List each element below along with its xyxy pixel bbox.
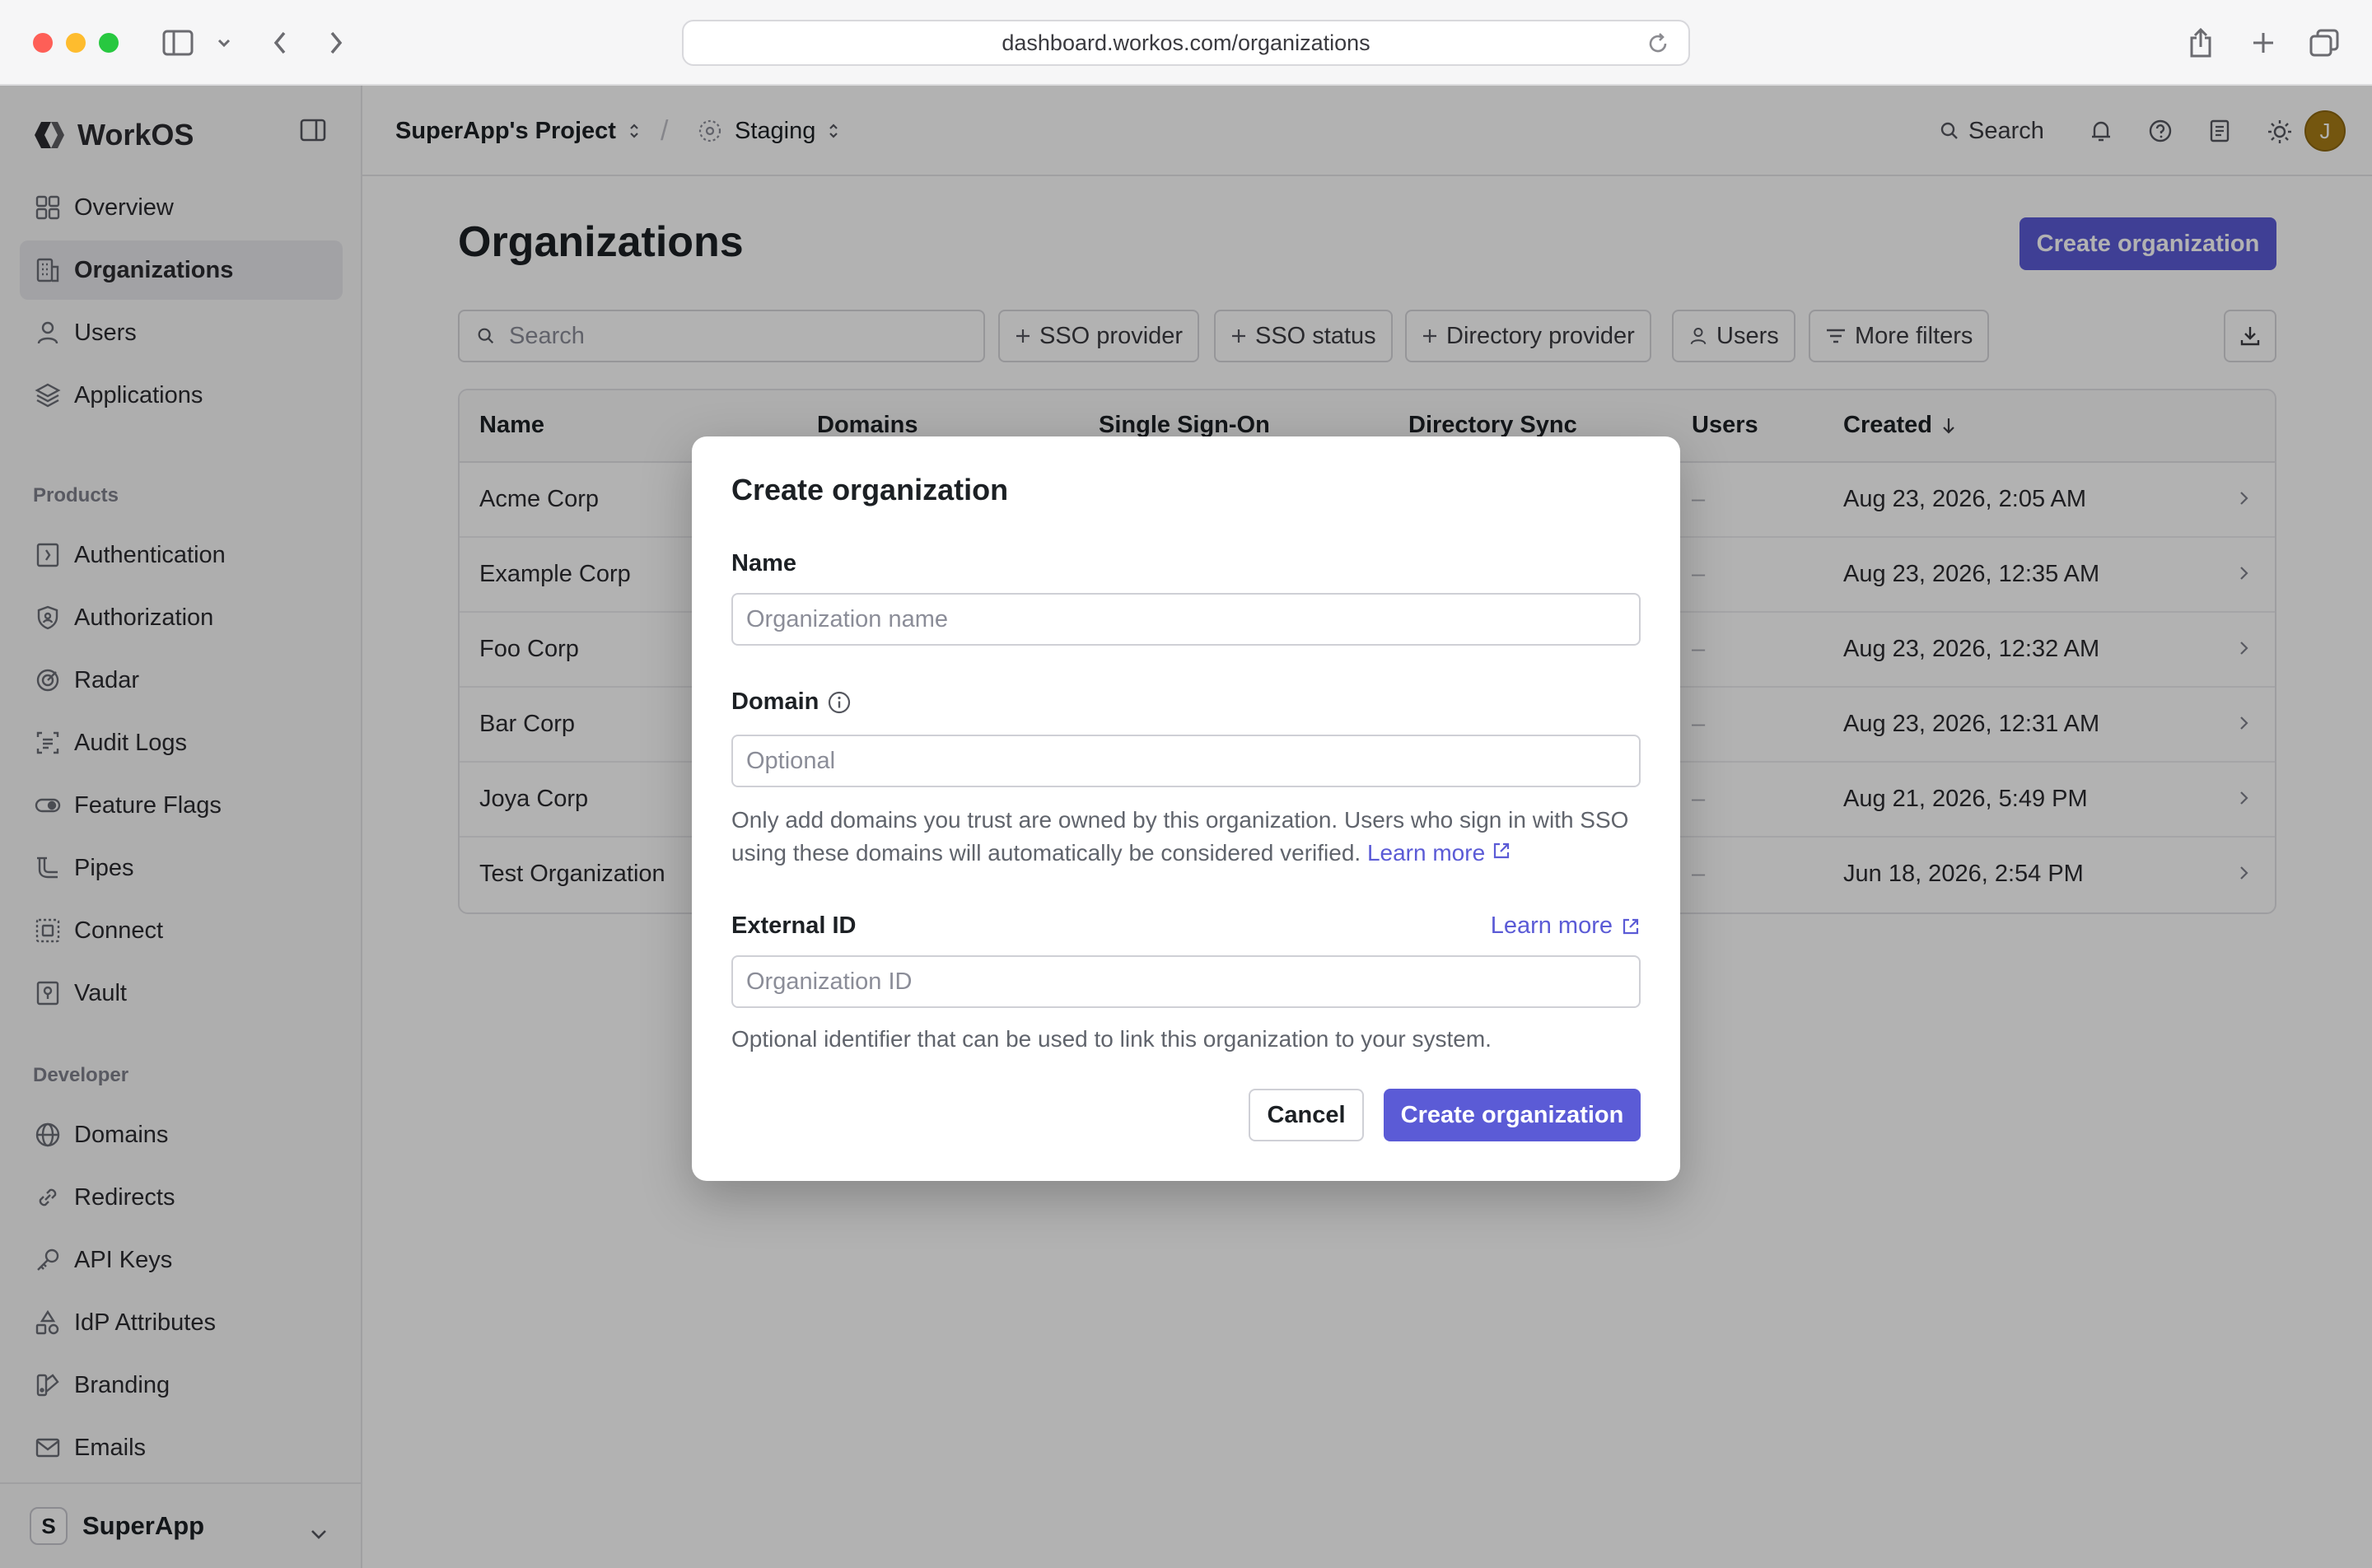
new-tab-icon[interactable] [2248, 23, 2278, 63]
tab-overview-icon[interactable] [2308, 23, 2341, 63]
cancel-button[interactable]: Cancel [1249, 1089, 1364, 1141]
domain-label-row: Domain [731, 688, 852, 716]
external-id-learn-more-link[interactable]: Learn more [1491, 912, 1641, 940]
organization-name-input[interactable] [731, 593, 1641, 646]
domain-learn-more-link[interactable]: Learn more [1367, 840, 1511, 866]
zoom-window-button[interactable] [99, 33, 119, 53]
external-link-icon [1493, 842, 1510, 859]
sidebar-toggle-icon[interactable] [160, 23, 196, 63]
reload-icon[interactable] [1646, 31, 1670, 62]
chevron-down-icon[interactable] [214, 23, 234, 63]
external-id-help-text: Optional identifier that can be used to … [731, 1026, 1492, 1052]
dialog-title: Create organization [731, 473, 1009, 506]
minimize-window-button[interactable] [66, 33, 86, 53]
learn-more-label: Learn more [1366, 840, 1486, 866]
close-window-button[interactable] [33, 33, 53, 53]
name-label: Name [731, 550, 796, 576]
domain-input[interactable] [731, 735, 1641, 787]
submit-create-organization-button[interactable]: Create organization [1384, 1089, 1641, 1141]
create-organization-dialog: Create organization Name Domain Only add… [692, 436, 1680, 1181]
external-link-icon [1623, 918, 1639, 934]
external-id-input[interactable] [731, 955, 1641, 1008]
back-icon[interactable] [267, 23, 293, 63]
forward-icon[interactable] [323, 23, 349, 63]
learn-more-label: Learn more [1490, 912, 1613, 939]
browser-chrome: dashboard.workos.com/organizations [0, 0, 2372, 86]
domain-help-text: Only add domains you trust are owned by … [731, 804, 1641, 870]
share-icon[interactable] [2186, 23, 2216, 63]
domain-label: Domain [731, 688, 819, 715]
external-id-label: External ID [731, 912, 857, 939]
url-text: dashboard.workos.com/organizations [1002, 30, 1370, 55]
info-icon[interactable] [827, 690, 852, 715]
address-bar[interactable]: dashboard.workos.com/organizations [682, 20, 1690, 66]
